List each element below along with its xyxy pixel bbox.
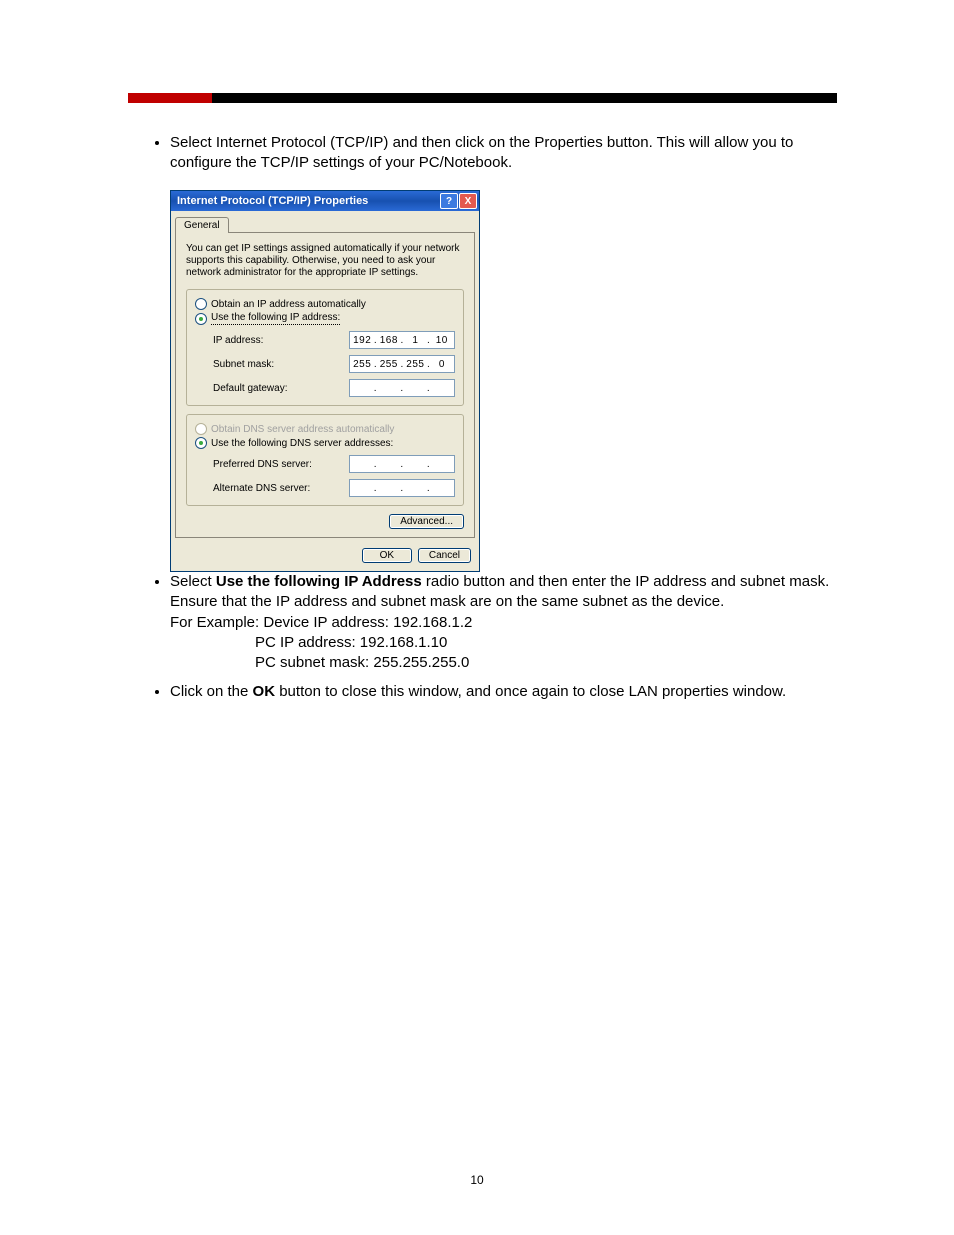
label-alternate-dns: Alternate DNS server: xyxy=(213,483,310,494)
radio-use-following-dns[interactable]: Use the following DNS server addresses: xyxy=(195,437,455,449)
close-icon[interactable]: X xyxy=(459,193,477,209)
cancel-button[interactable]: Cancel xyxy=(418,548,471,563)
subnet-mask-input[interactable]: 255. 255. 255. 0 xyxy=(349,355,455,373)
label-default-gateway: Default gateway: xyxy=(213,383,288,394)
tab-general[interactable]: General xyxy=(175,217,229,233)
dialog-titlebar[interactable]: Internet Protocol (TCP/IP) Properties ? … xyxy=(171,191,479,211)
radio-label: Use the following DNS server addresses: xyxy=(211,438,393,449)
dialog-title: Internet Protocol (TCP/IP) Properties xyxy=(177,195,368,207)
radio-use-following-ip[interactable]: Use the following IP address: xyxy=(195,312,455,325)
page-number: 10 xyxy=(0,1173,954,1187)
ok-button[interactable]: OK xyxy=(362,548,412,563)
ip-settings-group: Obtain an IP address automatically Use t… xyxy=(186,289,464,406)
radio-label: Use the following IP address: xyxy=(211,312,340,325)
help-icon[interactable]: ? xyxy=(440,193,458,209)
example-line: PC IP address: 192.168.1.10 xyxy=(255,634,447,651)
label-subnet-mask: Subnet mask: xyxy=(213,359,274,370)
radio-obtain-ip-auto[interactable]: Obtain an IP address automatically xyxy=(195,298,455,310)
advanced-button[interactable]: Advanced... xyxy=(389,514,464,529)
header-bar xyxy=(128,93,837,103)
alternate-dns-input[interactable]: . . . xyxy=(349,479,455,497)
label-ip-address: IP address: xyxy=(213,335,263,346)
label-preferred-dns: Preferred DNS server: xyxy=(213,459,312,470)
ip-address-input[interactable]: 192. 168. 1. 10 xyxy=(349,331,455,349)
instruction-item: Select Internet Protocol (TCP/IP) and th… xyxy=(170,133,838,174)
instruction-list: Click on the OK button to close this win… xyxy=(148,682,838,702)
example-line: For Example: Device IP address: 192.168.… xyxy=(170,614,472,631)
radio-obtain-dns-auto: Obtain DNS server address automatically xyxy=(195,423,455,435)
header-bar-accent xyxy=(128,93,212,103)
tcpip-properties-dialog: Internet Protocol (TCP/IP) Properties ? … xyxy=(170,190,480,572)
preferred-dns-input[interactable]: . . . xyxy=(349,455,455,473)
instruction-item: Click on the OK button to close this win… xyxy=(170,682,838,702)
instruction-list: Select Internet Protocol (TCP/IP) and th… xyxy=(148,133,838,174)
default-gateway-input[interactable]: . . . xyxy=(349,379,455,397)
radio-label: Obtain DNS server address automatically xyxy=(211,424,394,435)
dns-settings-group: Obtain DNS server address automatically … xyxy=(186,414,464,506)
instruction-item: Select Use the following IP Address radi… xyxy=(170,572,838,673)
radio-label: Obtain an IP address automatically xyxy=(211,299,366,310)
example-line: PC subnet mask: 255.255.255.0 xyxy=(255,654,469,671)
instruction-list: Select Use the following IP Address radi… xyxy=(148,572,838,673)
dialog-description: You can get IP settings assigned automat… xyxy=(186,243,464,279)
